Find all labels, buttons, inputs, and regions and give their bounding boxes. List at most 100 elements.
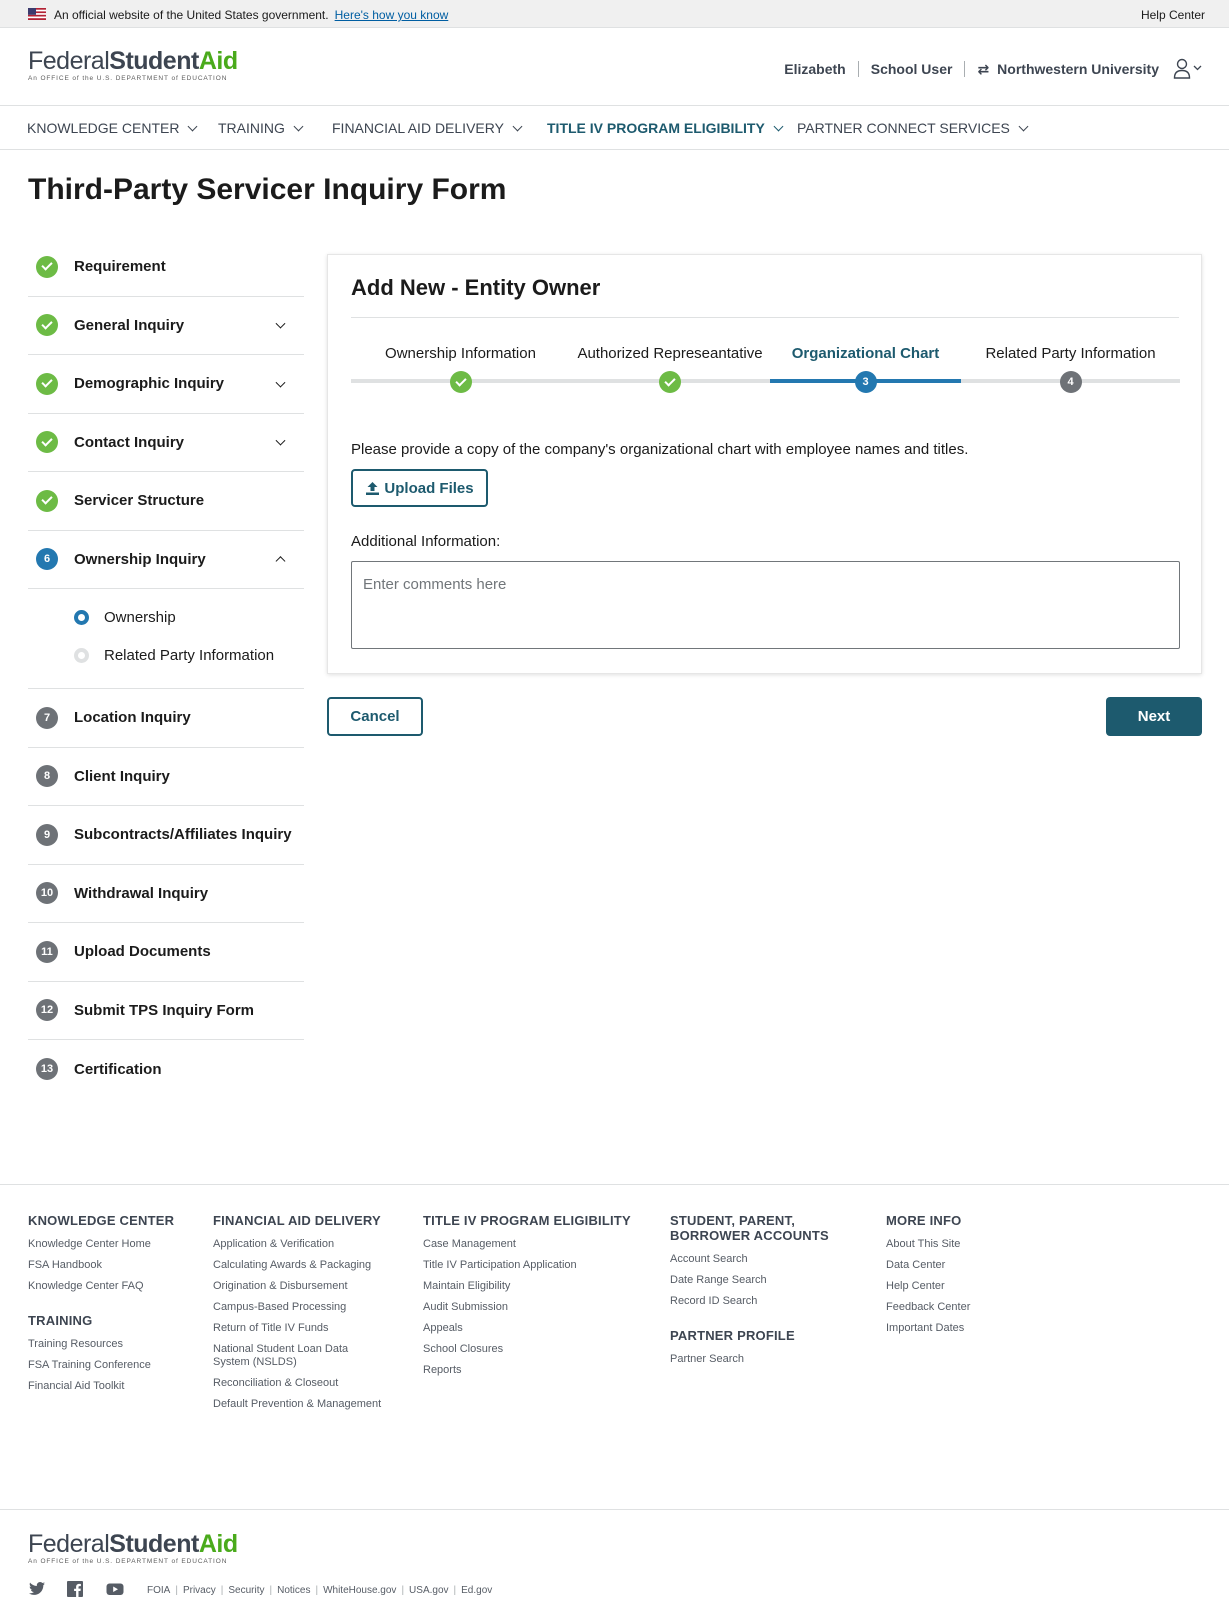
footer-link[interactable]: National Student Loan Data System (NSLDS… <box>213 1343 383 1369</box>
legal-link-ed-gov[interactable]: Ed.gov <box>461 1585 492 1596</box>
site-header: FederalStudentAid An OFFICE of the U.S. … <box>0 28 1229 106</box>
sidebar-item-contact-inquiry[interactable]: Contact Inquiry <box>28 414 304 472</box>
sidebar-item-location-inquiry[interactable]: 7 Location Inquiry <box>28 689 304 748</box>
footer-link[interactable]: FSA Training Conference <box>28 1359 174 1372</box>
footer-link[interactable]: Important Dates <box>886 1322 970 1335</box>
footer-col-title-iv: TITLE IV PROGRAM ELIGIBILITY Case Manage… <box>423 1213 643 1385</box>
help-center-link[interactable]: Help Center <box>1141 8 1205 22</box>
footer-link[interactable]: Feedback Center <box>886 1301 970 1314</box>
us-flag-icon <box>28 8 46 20</box>
sidebar-item-ownership-inquiry[interactable]: 6 Ownership Inquiry <box>28 531 304 589</box>
nav-partner-connect-services[interactable]: PARTNER CONNECT SERVICES <box>797 120 1029 136</box>
check-circle-icon <box>659 371 681 393</box>
chevron-down-icon <box>1018 121 1029 131</box>
nav-title-iv-program-eligibility[interactable]: TITLE IV PROGRAM ELIGIBILITY <box>547 120 784 136</box>
footer-link[interactable]: Partner Search <box>670 1353 840 1366</box>
twitter-icon[interactable] <box>28 1581 46 1597</box>
step-number-badge: 3 <box>854 371 877 393</box>
check-circle-icon <box>36 489 58 512</box>
site-footer: KNOWLEDGE CENTER Knowledge Center Home F… <box>0 1184 1229 1620</box>
sidebar-item-servicer-structure[interactable]: Servicer Structure <box>28 472 304 531</box>
sidebar-item-client-inquiry[interactable]: 8 Client Inquiry <box>28 748 304 806</box>
step-ownership-information[interactable]: Ownership Information <box>351 345 570 393</box>
footer-fsa-logo[interactable]: FederalStudentAid An OFFICE of the U.S. … <box>28 1531 238 1565</box>
footer-link[interactable]: Appeals <box>423 1322 643 1335</box>
sidebar-item-general-inquiry[interactable]: General Inquiry <box>28 297 304 355</box>
sidebar-item-demographic-inquiry[interactable]: Demographic Inquiry <box>28 355 304 414</box>
legal-link-security[interactable]: Security <box>228 1585 264 1596</box>
nav-knowledge-center[interactable]: KNOWLEDGE CENTER <box>27 120 198 136</box>
comments-field[interactable] <box>351 561 1180 649</box>
facebook-icon[interactable] <box>66 1581 84 1597</box>
step-authorized-representative[interactable]: Authorized Represeantative <box>570 345 770 393</box>
gov-banner: An official website of the United States… <box>0 0 1229 28</box>
footer-link[interactable]: School Closures <box>423 1343 643 1356</box>
footer-link[interactable]: Return of Title IV Funds <box>213 1322 383 1335</box>
sidebar-item-submit-tps-inquiry-form[interactable]: 12 Submit TPS Inquiry Form <box>28 982 304 1040</box>
footer-link[interactable]: Maintain Eligibility <box>423 1280 643 1293</box>
step-related-party-information[interactable]: Related Party Information 4 <box>961 345 1180 393</box>
footer-link[interactable]: Knowledge Center Home <box>28 1238 174 1251</box>
divider <box>964 61 966 77</box>
legal-link-notices[interactable]: Notices <box>277 1585 310 1596</box>
footer-link[interactable]: Financial Aid Toolkit <box>28 1380 174 1393</box>
divider <box>0 1509 1229 1510</box>
chevron-down-icon[interactable] <box>275 318 286 329</box>
footer-link[interactable]: Origination & Disbursement <box>213 1280 383 1293</box>
footer-link[interactable]: Case Management <box>423 1238 643 1251</box>
chevron-down-icon <box>293 121 304 131</box>
card-title: Add New - Entity Owner <box>351 275 601 300</box>
footer-link[interactable]: Audit Submission <box>423 1301 643 1314</box>
cancel-button[interactable]: Cancel <box>327 697 423 736</box>
footer-link[interactable]: FSA Handbook <box>28 1259 174 1272</box>
fsa-logo[interactable]: FederalStudentAid An OFFICE of the U.S. … <box>28 48 238 82</box>
legal-link-privacy[interactable]: Privacy <box>183 1585 216 1596</box>
footer-link[interactable]: Data Center <box>886 1259 970 1272</box>
footer-link[interactable]: Application & Verification <box>213 1238 383 1251</box>
switch-school-icon[interactable]: ⇄ <box>977 61 989 78</box>
footer-link[interactable]: Default Prevention & Management <box>213 1398 383 1411</box>
step-organizational-chart[interactable]: Organizational Chart 3 <box>770 345 961 393</box>
nav-training[interactable]: TRAINING <box>218 120 304 136</box>
youtube-icon[interactable] <box>104 1581 126 1597</box>
sidebar-item-subcontracts-affiliates-inquiry[interactable]: 9 Subcontracts/Affiliates Inquiry <box>28 806 304 865</box>
how-you-know-link[interactable]: Here's how you know <box>335 8 449 22</box>
check-circle-icon <box>36 255 58 278</box>
footer-link[interactable]: Account Search <box>670 1253 840 1266</box>
sub-item-related-party-information[interactable]: Related Party Information <box>74 647 274 664</box>
school-name[interactable]: Northwestern University <box>997 61 1159 77</box>
upload-files-button[interactable]: Upload Files <box>351 469 488 507</box>
sub-item-ownership[interactable]: Ownership <box>74 609 176 626</box>
chevron-down-icon[interactable] <box>275 435 286 446</box>
sidebar-item-upload-documents[interactable]: 11 Upload Documents <box>28 923 304 982</box>
footer-link[interactable]: Help Center <box>886 1280 970 1293</box>
legal-link-usa-gov[interactable]: USA.gov <box>409 1585 448 1596</box>
chevron-up-icon[interactable] <box>275 556 286 567</box>
footer-link[interactable]: Reconciliation & Closeout <box>213 1377 383 1390</box>
sidebar-item-requirement[interactable]: Requirement <box>28 238 304 297</box>
legal-link-foia[interactable]: FOIA <box>147 1585 170 1596</box>
footer-link[interactable]: Knowledge Center FAQ <box>28 1280 174 1293</box>
sidebar-item-certification[interactable]: 13 Certification <box>28 1040 304 1099</box>
footer-link[interactable]: Training Resources <box>28 1338 174 1351</box>
sidebar-item-withdrawal-inquiry[interactable]: 10 Withdrawal Inquiry <box>28 865 304 923</box>
chevron-down-icon <box>512 121 523 131</box>
nav-financial-aid-delivery[interactable]: FINANCIAL AID DELIVERY <box>332 120 523 136</box>
gov-banner-text: An official website of the United States… <box>54 8 449 22</box>
step-number-badge: 7 <box>36 706 58 729</box>
footer-link[interactable]: Date Range Search <box>670 1274 840 1287</box>
chevron-down-icon[interactable] <box>275 377 286 388</box>
user-area: Elizabeth School User ⇄ Northwestern Uni… <box>784 58 1203 80</box>
radio-selected-icon <box>74 610 89 625</box>
footer-link[interactable]: Record ID Search <box>670 1295 840 1308</box>
page-title: Third-Party Servicer Inquiry Form <box>28 173 507 206</box>
footer-link[interactable]: About This Site <box>886 1238 970 1251</box>
footer-link[interactable]: Reports <box>423 1364 643 1377</box>
step-number-badge: 11 <box>36 940 58 963</box>
legal-link-whitehouse[interactable]: WhiteHouse.gov <box>323 1585 396 1596</box>
next-button[interactable]: Next <box>1106 697 1202 736</box>
footer-link[interactable]: Title IV Participation Application <box>423 1259 643 1272</box>
footer-link[interactable]: Campus-Based Processing <box>213 1301 383 1314</box>
user-profile-icon[interactable] <box>1173 58 1203 80</box>
footer-link[interactable]: Calculating Awards & Packaging <box>213 1259 383 1272</box>
